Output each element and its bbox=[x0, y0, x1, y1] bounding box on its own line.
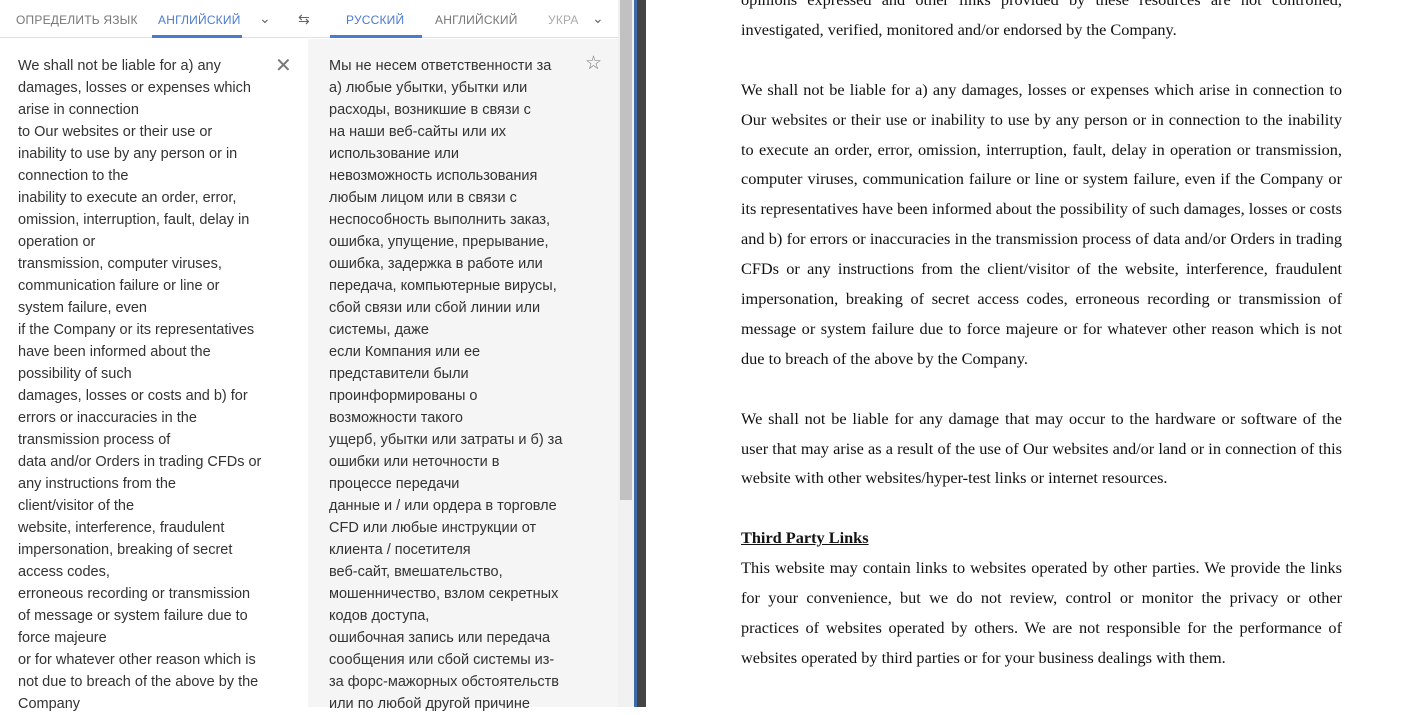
text-line: Мы не несем ответственности за bbox=[329, 58, 552, 74]
text-line: Company bbox=[18, 696, 81, 712]
translation-area: Мы не несем ответственности за а) любые у… bbox=[308, 39, 618, 712]
tab-source-english[interactable]: АНГЛИЙСКИЙ bbox=[158, 13, 241, 27]
text-line: data and/or Orders in trading CFDs or bbox=[18, 454, 262, 470]
text-line: за форс-мажорных обстоятельств bbox=[329, 674, 559, 690]
text-line: данные и / или ордера в торговле bbox=[329, 498, 557, 514]
scrollbar-thumb[interactable] bbox=[620, 0, 632, 500]
text-line: проинформированы о bbox=[329, 388, 478, 404]
text-line: мошенничество, взлом секретных bbox=[329, 586, 559, 602]
tab-target-ukrainian[interactable]: УКРА bbox=[548, 13, 579, 27]
text-line: клиента / посетителя bbox=[329, 542, 471, 558]
text-line: веб-сайт, вмешательство, bbox=[329, 564, 503, 580]
text-line: access codes, bbox=[18, 564, 110, 580]
text-line: transmission, computer viruses, bbox=[18, 256, 222, 272]
text-line: impersonation, breaking of secret bbox=[18, 542, 233, 558]
text-line: или по любой другой причине bbox=[329, 696, 530, 712]
text-line: возможности такого bbox=[329, 410, 463, 426]
text-line: damages, losses or costs and b) for bbox=[18, 388, 248, 404]
text-line: передача, компьютерные вирусы, bbox=[329, 278, 557, 294]
text-line: inability to execute an order, error, bbox=[18, 190, 237, 206]
language-bar: ОПРЕДЕЛИТЬ ЯЗЫК АНГЛИЙСКИЙ ⌄ ⇆ РУССКИЙ А… bbox=[0, 0, 618, 38]
text-line: or for whatever other reason which is bbox=[18, 652, 256, 668]
tab-target-english[interactable]: АНГЛИЙСКИЙ bbox=[435, 13, 518, 27]
source-text-area[interactable]: We shall not be liable for a) any damages… bbox=[0, 39, 308, 712]
text-line: have been informed about the bbox=[18, 344, 211, 360]
paragraph-liability: We shall not be liable for a) any damage… bbox=[741, 79, 1342, 368]
text-line: any instructions from the bbox=[18, 476, 176, 492]
text-line: кодов доступа, bbox=[329, 608, 430, 624]
scrollbar[interactable] bbox=[618, 0, 634, 707]
text-line: ущерб, убытки или затраты и б) за bbox=[329, 432, 563, 448]
paragraph-third-party: This website may contain links to websit… bbox=[741, 558, 1342, 667]
tab-detect-language[interactable]: ОПРЕДЕЛИТЬ ЯЗЫК bbox=[16, 13, 138, 27]
text-line: на наши веб-сайты или их bbox=[329, 124, 507, 140]
window-border bbox=[637, 0, 646, 707]
text-line: расходы, возникшие в связи с bbox=[329, 102, 531, 118]
text-line: а) любые убытки, убытки или bbox=[329, 80, 528, 96]
text-line: client/visitor of the bbox=[18, 498, 135, 514]
text-line: представители были bbox=[329, 366, 469, 382]
text-line: ошибка, упущение, прерывание, bbox=[329, 234, 549, 250]
text-line: сбой связи или сбой линии или bbox=[329, 300, 541, 316]
text-line: possibility of such bbox=[18, 366, 132, 382]
paragraph-damage: We shall not be liable for any damage th… bbox=[741, 408, 1342, 488]
text-line: erroneous recording or transmission bbox=[18, 586, 251, 602]
tab-target-russian[interactable]: РУССКИЙ bbox=[346, 13, 404, 27]
chevron-down-icon[interactable]: ⌄ bbox=[259, 10, 271, 27]
text-line: if the Company or its representatives bbox=[18, 322, 255, 338]
text-line: arise in connection bbox=[18, 102, 139, 118]
text-line: connection to the bbox=[18, 168, 129, 184]
text-line: ошибочная запись или передача bbox=[329, 630, 551, 646]
text-line: неспособность выполнить заказ, bbox=[329, 212, 551, 228]
swap-languages-icon[interactable]: ⇆ bbox=[298, 11, 310, 28]
text-line: not due to breach of the above by the bbox=[18, 674, 259, 690]
text-line: невозможность использования bbox=[329, 168, 538, 184]
source-text[interactable]: We shall not be liable for a) any damages… bbox=[18, 55, 261, 715]
text-line: system failure, even bbox=[18, 300, 147, 316]
translation-text: Мы не несем ответственности за а) любые у… bbox=[329, 55, 562, 715]
text-line: если Компания или ее bbox=[329, 344, 481, 360]
active-source-underline bbox=[152, 35, 242, 38]
text-line: errors or inaccuracies in the bbox=[18, 410, 197, 426]
text-line: website, interference, fraudulent bbox=[18, 520, 225, 536]
text-line: сообщения или сбой системы из- bbox=[329, 652, 555, 668]
text-line: процессе передачи bbox=[329, 476, 460, 492]
text-line: ошибки или неточности в bbox=[329, 454, 500, 470]
text-line: to Our websites or their use or bbox=[18, 124, 213, 140]
paragraph: opinions expressed and other links provi… bbox=[741, 0, 1342, 39]
text-line: любым лицом или в связи с bbox=[329, 190, 517, 206]
text-line: We shall not be liable for a) any bbox=[18, 58, 221, 74]
text-line: ошибка, задержка в работе или bbox=[329, 256, 543, 272]
text-line: damages, losses or expenses which bbox=[18, 80, 251, 96]
text-line: системы, даже bbox=[329, 322, 429, 338]
text-line: использование или bbox=[329, 146, 459, 162]
translator-panel: ОПРЕДЕЛИТЬ ЯЗЫК АНГЛИЙСКИЙ ⌄ ⇆ РУССКИЙ А… bbox=[0, 0, 634, 712]
text-line: inability to use by any person or in bbox=[18, 146, 238, 162]
active-target-underline bbox=[330, 35, 422, 38]
section-heading: Third Party Links bbox=[741, 528, 869, 548]
text-line: transmission process of bbox=[18, 432, 171, 448]
star-icon[interactable]: ☆ bbox=[585, 52, 602, 75]
document-page: opinions expressed and other links provi… bbox=[741, 0, 1342, 673]
clear-icon[interactable]: ✕ bbox=[275, 53, 292, 78]
text-line: operation or bbox=[18, 234, 96, 250]
text-line: of message or system failure due to bbox=[18, 608, 248, 624]
text-line: CFD или любые инструкции от bbox=[329, 520, 537, 536]
text-line: communication failure or line or bbox=[18, 278, 220, 294]
chevron-down-icon[interactable]: ⌄ bbox=[592, 10, 604, 27]
text-line: omission, interruption, fault, delay in bbox=[18, 212, 250, 228]
text-line: force majeure bbox=[18, 630, 107, 646]
